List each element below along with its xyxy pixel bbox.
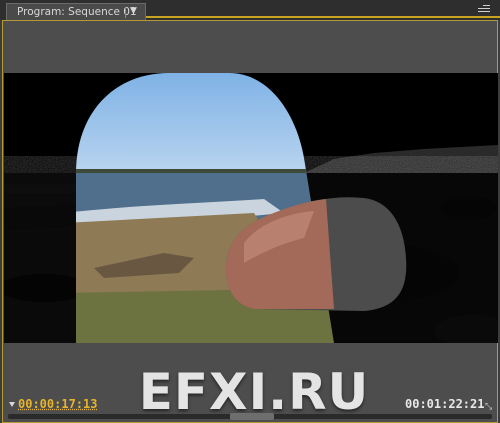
program-monitor-tab[interactable]: Program: Sequence 01 ▼ — [6, 3, 146, 20]
duration-timecode: 00:01:22:21 — [405, 397, 485, 411]
tab-title: Program: Sequence 01 — [17, 6, 137, 18]
active-panel-highlight — [146, 16, 500, 18]
panel-tab-bar: Program: Sequence 01 ▼ — [0, 0, 500, 20]
current-timecode[interactable]: 00:00:17:13 — [18, 397, 97, 411]
chevron-down-icon[interactable]: ▼ — [130, 6, 137, 16]
panel-menu-icon[interactable] — [476, 4, 490, 14]
tab-separator — [125, 7, 126, 18]
playhead-marker-icon[interactable] — [9, 402, 15, 407]
video-preview[interactable] — [4, 73, 498, 343]
timeline-scroll-thumb[interactable] — [230, 413, 274, 420]
monitor-controls: EFXI.RU — [4, 343, 498, 423]
video-frame — [4, 73, 498, 343]
zoom-icon[interactable]: ⤡ — [485, 402, 492, 412]
